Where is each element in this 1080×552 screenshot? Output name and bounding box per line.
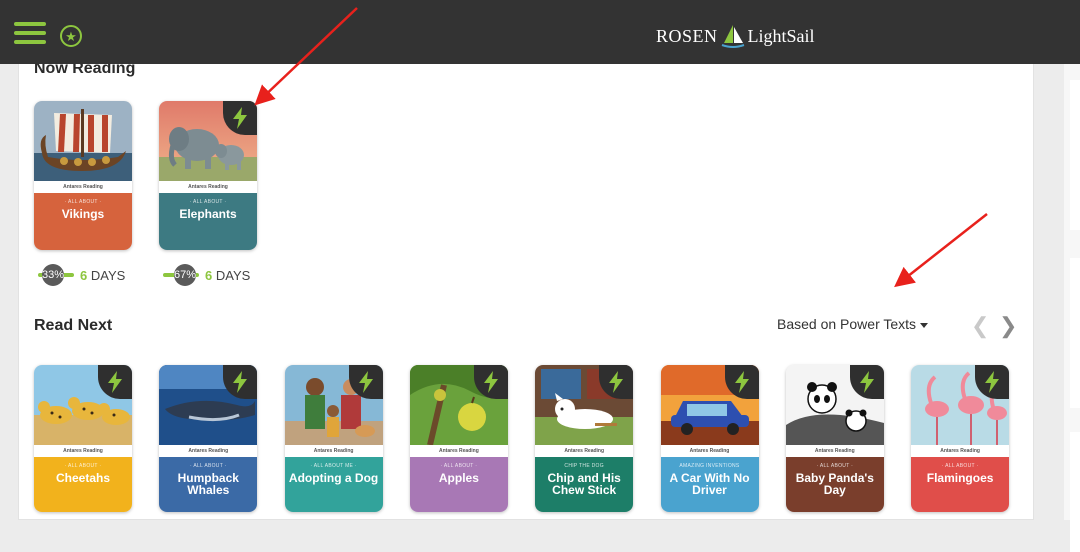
- reading-progress-elephants: 67% 6 DAYS: [163, 264, 250, 286]
- book-card[interactable]: Antares Reading · ALL ABOUT · Cheetahs: [34, 365, 132, 512]
- lightning-bolt-icon: [734, 371, 749, 393]
- progress-percent: 33%: [42, 264, 64, 286]
- star-circle-icon[interactable]: ★: [60, 25, 82, 47]
- lightning-bolt-icon: [108, 371, 122, 393]
- book-title-band: AMAZING INVENTIONS A Car With No Driver: [660, 457, 759, 512]
- lightning-bolt-icon: [609, 371, 624, 393]
- book-card[interactable]: Antares Reading · ALL ABOUT ME · Adopting …: [284, 365, 383, 512]
- book-title-band: · ALL ABOUT · Humpback Whales: [159, 457, 258, 512]
- book-series: · ALL ABOUT ·: [64, 199, 102, 205]
- lightning-bolt-icon: [358, 371, 373, 393]
- lightning-bolt-icon: [483, 371, 498, 393]
- book-card[interactable]: Antares Reading · ALL ABOUT · Flamingoes: [911, 365, 1010, 512]
- book-title: Baby Panda's Day: [795, 471, 874, 497]
- book-card[interactable]: Antares Reading · ALL ABOUT · Apples: [409, 365, 508, 512]
- book-title-band: · ALL ABOUT · Flamingoes: [911, 457, 1010, 512]
- book-cover-art: [34, 101, 132, 181]
- publisher-brand: Antares Reading: [159, 181, 257, 193]
- progress-track: 67%: [163, 264, 199, 286]
- side-card: [1070, 258, 1080, 408]
- publisher-brand: Antares Reading: [159, 445, 258, 457]
- book-series: CHIP THE DOG: [564, 463, 604, 469]
- progress-percent: 67%: [174, 264, 196, 286]
- book-series: · ALL ABOUT ·: [440, 463, 478, 469]
- book-series: · ALL ABOUT ·: [189, 199, 227, 205]
- book-title-band: · ALL ABOUT · Vikings: [34, 193, 132, 250]
- progress-track: 33%: [38, 264, 74, 286]
- chevron-left-icon[interactable]: ❮: [971, 313, 989, 339]
- book-card[interactable]: Antares Reading · ALL ABOUT · Baby Panda's…: [785, 365, 884, 512]
- book-series: AMAZING INVENTIONS: [679, 463, 740, 469]
- days-remaining: 6 DAYS: [205, 267, 251, 283]
- book-title-band: · ALL ABOUT · Baby Panda's Day: [785, 457, 884, 512]
- lightning-bolt-icon: [859, 371, 874, 393]
- book-title-band: · ALL ABOUT · Cheetahs: [34, 457, 132, 512]
- right-side-panel: [1064, 40, 1080, 552]
- book-series: · ALL ABOUT ·: [941, 463, 979, 469]
- book-title: Humpback Whales: [177, 471, 239, 497]
- book-title-band: · ALL ABOUT · Elephants: [159, 193, 257, 250]
- book-series: · ALL ABOUT ME ·: [310, 463, 357, 469]
- lightning-bolt-icon: [233, 107, 247, 129]
- publisher-brand: Antares Reading: [660, 445, 759, 457]
- book-title: Elephants: [179, 207, 237, 221]
- book-title: Flamingoes: [926, 471, 994, 485]
- book-card[interactable]: Antares Reading CHIP THE DOG Chip and His …: [535, 365, 634, 512]
- reading-progress-vikings: 33% 6 DAYS: [38, 264, 125, 286]
- side-card: [1070, 432, 1080, 552]
- book-title-band: · ALL ABOUT · Apples: [409, 457, 508, 512]
- sail-logo-icon: [721, 25, 744, 48]
- book-title: Chip and His Chew Stick: [547, 471, 621, 497]
- book-series: · ALL ABOUT ·: [816, 463, 854, 469]
- sort-dropdown[interactable]: Based on Power Texts: [777, 316, 929, 332]
- rosen-lightsail-logo: ROSEN LightSail: [656, 22, 815, 50]
- book-card[interactable]: Antares Reading · ALL ABOUT · Humpback Wha…: [159, 365, 258, 512]
- book-title: Vikings: [61, 207, 105, 221]
- chevron-right-icon[interactable]: ❯: [999, 313, 1017, 339]
- book-title: Cheetahs: [55, 471, 111, 485]
- lightning-bolt-icon: [233, 371, 248, 393]
- book-card[interactable]: Antares Reading AMAZING INVENTIONS A Car W…: [660, 365, 759, 512]
- publisher-brand: Antares Reading: [535, 445, 634, 457]
- publisher-brand: Antares Reading: [34, 181, 132, 193]
- logo-lightsail-text: LightSail: [747, 25, 815, 46]
- book-title: Adopting a Dog: [288, 471, 379, 485]
- book-title-band: CHIP THE DOG Chip and His Chew Stick: [535, 457, 634, 512]
- publisher-brand: Antares Reading: [409, 445, 508, 457]
- side-card: [1070, 80, 1080, 230]
- publisher-brand: Antares Reading: [34, 445, 132, 457]
- sort-label: Based on Power Texts: [777, 316, 917, 332]
- publisher-brand: Antares Reading: [284, 445, 383, 457]
- book-title: A Car With No Driver: [669, 471, 750, 497]
- days-remaining: 6 DAYS: [80, 267, 126, 283]
- logo-rosen-text: ROSEN: [656, 25, 718, 46]
- book-series: · ALL ABOUT ·: [189, 463, 227, 469]
- book-title-band: · ALL ABOUT ME · Adopting a Dog: [284, 457, 383, 512]
- hamburger-icon[interactable]: [14, 22, 46, 44]
- book-title: Apples: [438, 471, 479, 485]
- top-navigation-bar: ★ ROSEN LightSail: [0, 0, 1080, 64]
- publisher-brand: Antares Reading: [785, 445, 884, 457]
- book-series: · ALL ABOUT ·: [64, 463, 102, 469]
- read-next-title: Read Next: [34, 317, 113, 334]
- publisher-brand: Antares Reading: [911, 445, 1010, 457]
- book-card-elephants[interactable]: Antares Reading · ALL ABOUT · Elephants: [159, 101, 257, 250]
- lightning-bolt-icon: [985, 371, 1000, 393]
- caret-down-icon: [920, 322, 929, 328]
- book-card-vikings[interactable]: Antares Reading · ALL ABOUT · Vikings: [34, 101, 132, 250]
